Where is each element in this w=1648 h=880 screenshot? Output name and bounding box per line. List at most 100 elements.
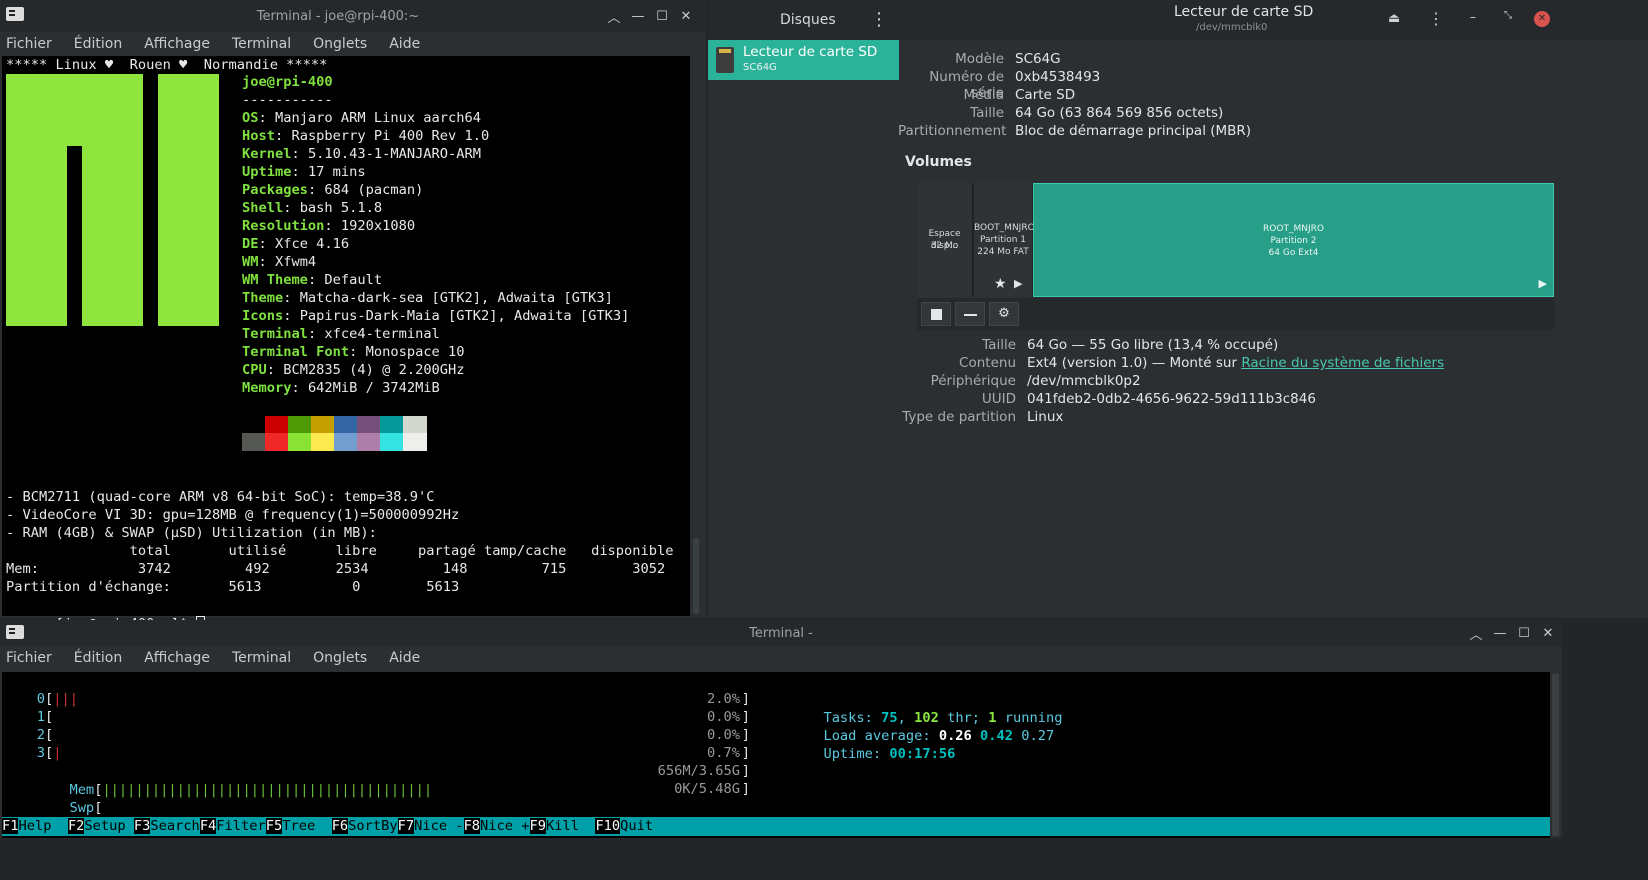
logo-gap — [143, 74, 158, 326]
info-value: 642MiB / 3742MiB — [299, 380, 440, 396]
fkey-desc[interactable]: Help — [18, 818, 68, 834]
app-title: Disques — [780, 12, 836, 28]
root-size: 64 Go Ext4 — [1268, 248, 1319, 258]
menu-aide[interactable]: Aide — [389, 36, 420, 52]
terminal-top-content[interactable]: ***** Linux ♥ Rouen ♥ Normandie ***** jo… — [2, 56, 690, 632]
maximize-icon[interactable]: ☐ — [652, 6, 672, 26]
cpu-meter: 0[||| 2.0%] — [20, 690, 750, 709]
restore-icon[interactable]: ⤡ — [1504, 10, 1512, 21]
fkey-desc[interactable]: Quit — [620, 818, 654, 834]
fkey-desc[interactable]: Nice - — [414, 818, 464, 834]
fkey[interactable]: F7 — [397, 818, 415, 834]
cpu-meter: 1[0.0%] — [20, 708, 750, 727]
menu-edition[interactable]: Édition — [74, 650, 122, 666]
info-value: 1920x1080 — [332, 218, 416, 234]
fkey[interactable]: F8 — [463, 818, 481, 834]
volume-boot[interactable]: BOOT_MNJRO Partition 1 224 Mo FAT ★ ▶ — [974, 183, 1035, 297]
drive-device: /dev/mmcblk0 — [1196, 22, 1268, 33]
info-key: Uptime — [242, 164, 292, 180]
boot-size: 224 Mo FAT — [977, 247, 1029, 257]
palette-swatch — [357, 416, 381, 434]
minimize-icon[interactable]: – — [1470, 10, 1476, 24]
minimize-icon[interactable]: — — [1490, 623, 1510, 643]
menu-fichier[interactable]: Fichier — [6, 650, 52, 666]
maximize-icon[interactable]: ☐ — [1514, 623, 1534, 643]
fkey-desc[interactable]: Filter — [216, 818, 266, 834]
mount-link[interactable]: Racine du système de fichiers — [1241, 355, 1444, 371]
volume-prop-label: Périphérique — [930, 373, 1016, 389]
volume-root[interactable]: ROOT_MNJRO Partition 2 64 Go Ext4 ▶ — [1033, 183, 1554, 297]
volume-free-space[interactable]: Espace disp... 32 Mo — [917, 183, 973, 297]
info-value: Raspberry Pi 400 Rev 1.0 — [283, 128, 490, 144]
menu-onglets[interactable]: Onglets — [313, 36, 367, 52]
prop-value: 64 Go (63 864 569 856 octets) — [1015, 105, 1224, 121]
disks-window: Disques ⋮ Lecteur de carte SD /dev/mmcbl… — [708, 0, 1648, 618]
menu-aide[interactable]: Aide — [389, 650, 420, 666]
disks-headerbar[interactable]: Disques ⋮ Lecteur de carte SD /dev/mmcbl… — [708, 0, 1648, 40]
menu-dots-icon[interactable]: ⋮ — [870, 9, 888, 30]
fkey[interactable]: F3 — [133, 818, 151, 834]
palette-swatch — [403, 416, 427, 434]
fkey[interactable]: F1 — [2, 818, 19, 834]
sidebar-item-sd-card[interactable]: Lecteur de carte SD SC64G — [708, 40, 899, 80]
fkey[interactable]: F6 — [331, 818, 349, 834]
fkey[interactable]: F10 — [595, 818, 621, 834]
menu-terminal[interactable]: Terminal — [232, 36, 291, 52]
info-key: Kernel — [242, 146, 292, 162]
prop-label: Média — [963, 87, 1004, 103]
fkey-desc[interactable]: Setup — [84, 818, 134, 834]
close-icon[interactable]: ✕ — [1534, 11, 1550, 27]
terminal-bottom-titlebar[interactable]: Terminal - ︿ — ☐ ✕ — [0, 620, 1562, 646]
htop-content[interactable]: 0[||| 2.0%] 1[0.0%] 2[0.0%] 3[| 0.7%] Mem[|||… — [2, 672, 1550, 838]
maximize-up-icon[interactable]: ︿ — [1466, 623, 1486, 643]
root-label: ROOT_MNJRO — [1263, 224, 1324, 234]
info-key: Terminal — [242, 326, 308, 342]
remove-button[interactable] — [955, 302, 985, 326]
scrollbar[interactable] — [693, 538, 699, 614]
volume-prop-label: Type de partition — [902, 409, 1016, 425]
fkey-desc[interactable]: Kill — [545, 818, 596, 834]
cpu-percent: 2.0% — [707, 691, 740, 707]
boot-partition: Partition 1 — [979, 235, 1027, 245]
menu-terminal[interactable]: Terminal — [232, 650, 291, 666]
stop-button[interactable] — [921, 302, 951, 326]
fkey-desc[interactable]: Tree — [282, 818, 332, 834]
fkey[interactable]: F4 — [199, 818, 217, 834]
cpu-percent: 0.0% — [707, 727, 740, 743]
settings-button[interactable]: ⚙ — [989, 302, 1019, 326]
info-row: Resolution: 1920x1080 — [242, 218, 416, 234]
info-row: Packages: 684 (pacman) — [242, 182, 424, 198]
maximize-up-icon[interactable]: ︿ — [604, 6, 624, 26]
drive-sidebar: Lecteur de carte SD SC64G — [708, 40, 899, 618]
fkey-desc[interactable]: Search — [150, 818, 200, 834]
output-line: Mem: 3742 492 2534 148 715 3052 — [6, 561, 666, 577]
cpu-bar: | — [53, 745, 62, 761]
scrollbar[interactable] — [1552, 674, 1559, 836]
prop-value: 0xb4538493 — [1015, 69, 1101, 85]
fkey[interactable]: F2 — [67, 818, 85, 834]
terminal-top-titlebar[interactable]: Terminal - joe@rpi-400:~ ︿ — ☐ ✕ — [0, 0, 706, 32]
palette-swatch — [242, 416, 266, 434]
fkey-desc[interactable]: SortBy — [348, 818, 398, 834]
function-key-bar: F1Help F2Setup F3SearchF4FilterF5Tree F6… — [2, 817, 1550, 836]
minimize-icon[interactable]: — — [628, 6, 648, 26]
volume-toolbar: ⚙ — [917, 298, 1554, 330]
close-icon[interactable]: ✕ — [676, 6, 696, 26]
cpu-bar: ||| — [53, 691, 78, 707]
menu-affichage[interactable]: Affichage — [144, 36, 210, 52]
drive-menu-icon[interactable]: ⋮ — [1428, 9, 1444, 28]
fkey[interactable]: F5 — [265, 818, 283, 834]
swp-value: 0K/5.48G — [674, 781, 740, 797]
info-key: Host — [242, 128, 275, 144]
info-key: OS — [242, 110, 259, 126]
palette-swatch — [334, 416, 358, 434]
fkey[interactable]: F9 — [529, 818, 546, 834]
terminal-icon — [6, 7, 24, 21]
fkey-desc[interactable]: Nice + — [480, 818, 530, 834]
eject-icon[interactable]: ⏏ — [1388, 11, 1400, 26]
menu-affichage[interactable]: Affichage — [144, 650, 210, 666]
menu-edition[interactable]: Édition — [74, 36, 122, 52]
menu-onglets[interactable]: Onglets — [313, 650, 367, 666]
menu-fichier[interactable]: Fichier — [6, 36, 52, 52]
close-icon[interactable]: ✕ — [1538, 623, 1558, 643]
